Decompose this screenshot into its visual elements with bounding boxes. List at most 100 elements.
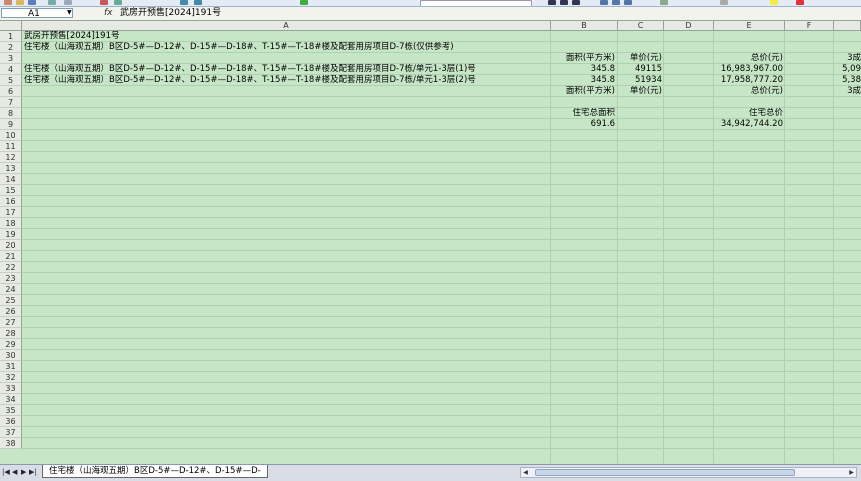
- align-center-icon[interactable]: [612, 0, 620, 5]
- horizontal-scrollbar[interactable]: ◀ ▶: [520, 467, 857, 478]
- column-header-b[interactable]: B: [551, 21, 618, 31]
- sheet-tab-bar: |◀ ◀ ▶ ▶| 住宅楼（山海观五期）B区D-5#—D-12#、D-15#—D…: [0, 464, 861, 481]
- gridline: [22, 239, 861, 240]
- row-header[interactable]: 37: [0, 427, 22, 438]
- gridline: [22, 316, 861, 317]
- row-header[interactable]: 30: [0, 350, 22, 361]
- scroll-right-icon[interactable]: ▶: [847, 468, 856, 477]
- column-header-e[interactable]: E: [714, 21, 785, 31]
- cut-icon[interactable]: [100, 0, 108, 5]
- column-header-c[interactable]: C: [618, 21, 664, 31]
- row-header[interactable]: 15: [0, 185, 22, 196]
- scroll-left-icon[interactable]: ◀: [521, 468, 530, 477]
- row-header[interactable]: 6: [0, 86, 22, 97]
- gridline: [22, 151, 861, 152]
- row-header[interactable]: 28: [0, 328, 22, 339]
- toolbar: [0, 0, 861, 7]
- save-icon[interactable]: [28, 0, 36, 5]
- row-header[interactable]: 38: [0, 438, 22, 449]
- row-header[interactable]: 17: [0, 207, 22, 218]
- first-sheet-button[interactable]: |◀: [2, 468, 10, 477]
- new-icon[interactable]: [4, 0, 12, 5]
- row-header[interactable]: 33: [0, 383, 22, 394]
- sheet-tab[interactable]: 住宅楼（山海观五期）B区D-5#—D-12#、D-15#—D-: [42, 465, 268, 478]
- row-header[interactable]: 36: [0, 416, 22, 427]
- row-header[interactable]: 25: [0, 295, 22, 306]
- gridline: [22, 74, 861, 75]
- column-header-d[interactable]: D: [664, 21, 714, 31]
- row-header[interactable]: 31: [0, 361, 22, 372]
- preview-icon[interactable]: [64, 0, 72, 5]
- print-icon[interactable]: [48, 0, 56, 5]
- row-header[interactable]: 22: [0, 262, 22, 273]
- gridline: [22, 250, 861, 251]
- redo-icon[interactable]: [194, 0, 202, 5]
- row-header[interactable]: 24: [0, 284, 22, 295]
- bold-icon[interactable]: [548, 0, 556, 5]
- gridline: [22, 184, 861, 185]
- row-header[interactable]: 2: [0, 42, 22, 53]
- gridline: [22, 382, 861, 383]
- gridline: [22, 96, 861, 97]
- fill-color-icon[interactable]: [770, 0, 778, 5]
- copy-icon[interactable]: [114, 0, 122, 5]
- underline-icon[interactable]: [572, 0, 580, 5]
- row-header[interactable]: 23: [0, 273, 22, 284]
- gridline: [22, 162, 861, 163]
- row-header[interactable]: 18: [0, 218, 22, 229]
- row-header[interactable]: 1: [0, 31, 22, 42]
- row-header[interactable]: 32: [0, 372, 22, 383]
- column-header-a[interactable]: A: [22, 21, 551, 31]
- gridline: [22, 371, 861, 372]
- last-sheet-button[interactable]: ▶|: [29, 468, 37, 477]
- gridline: [22, 404, 861, 405]
- row-header[interactable]: 21: [0, 251, 22, 262]
- fx-icon[interactable]: fx: [104, 8, 113, 19]
- next-sheet-button[interactable]: ▶: [21, 468, 26, 477]
- column-header-g[interactable]: [834, 21, 861, 31]
- name-box[interactable]: A1: [1, 8, 73, 19]
- gridline: [22, 294, 861, 295]
- row-header[interactable]: 16: [0, 196, 22, 207]
- font-color-icon[interactable]: [796, 0, 804, 5]
- row-header[interactable]: 12: [0, 152, 22, 163]
- row-header[interactable]: 26: [0, 306, 22, 317]
- chevron-down-icon[interactable]: ▼: [67, 10, 72, 16]
- row-header[interactable]: 10: [0, 130, 22, 141]
- select-all-corner[interactable]: [0, 21, 22, 31]
- row-header[interactable]: 34: [0, 394, 22, 405]
- border-icon[interactable]: [720, 0, 728, 5]
- scroll-thumb[interactable]: [535, 469, 795, 476]
- row-header[interactable]: 7: [0, 97, 22, 108]
- formula-input[interactable]: 武房开预售[2024]191号: [120, 8, 221, 19]
- column-header-f[interactable]: F: [785, 21, 834, 31]
- align-left-icon[interactable]: [600, 0, 608, 5]
- row-header[interactable]: 27: [0, 317, 22, 328]
- open-icon[interactable]: [16, 0, 24, 5]
- gridline: [22, 349, 861, 350]
- row-header[interactable]: 5: [0, 75, 22, 86]
- row-header[interactable]: 13: [0, 163, 22, 174]
- row-header[interactable]: 11: [0, 141, 22, 152]
- spreadsheet-grid[interactable]: A B C D E F 武房开预售[2024]191号 住宅楼（山海观五期）B区…: [0, 21, 861, 464]
- row-header[interactable]: 9: [0, 119, 22, 130]
- row-header[interactable]: 20: [0, 240, 22, 251]
- gridline: [22, 338, 861, 339]
- sum-icon[interactable]: [300, 0, 308, 5]
- gridline: [22, 261, 861, 262]
- row-header[interactable]: 4: [0, 64, 22, 75]
- row-header[interactable]: 3: [0, 53, 22, 64]
- row-header[interactable]: 35: [0, 405, 22, 416]
- row-header[interactable]: 19: [0, 229, 22, 240]
- row-header[interactable]: 14: [0, 174, 22, 185]
- row-header[interactable]: 8: [0, 108, 22, 119]
- gridline: [22, 63, 861, 64]
- gridline: [22, 327, 861, 328]
- font-select[interactable]: [420, 0, 532, 6]
- align-right-icon[interactable]: [624, 0, 632, 5]
- italic-icon[interactable]: [560, 0, 568, 5]
- undo-icon[interactable]: [180, 0, 188, 5]
- prev-sheet-button[interactable]: ◀: [12, 468, 17, 477]
- percent-icon[interactable]: [660, 0, 668, 5]
- row-header[interactable]: 29: [0, 339, 22, 350]
